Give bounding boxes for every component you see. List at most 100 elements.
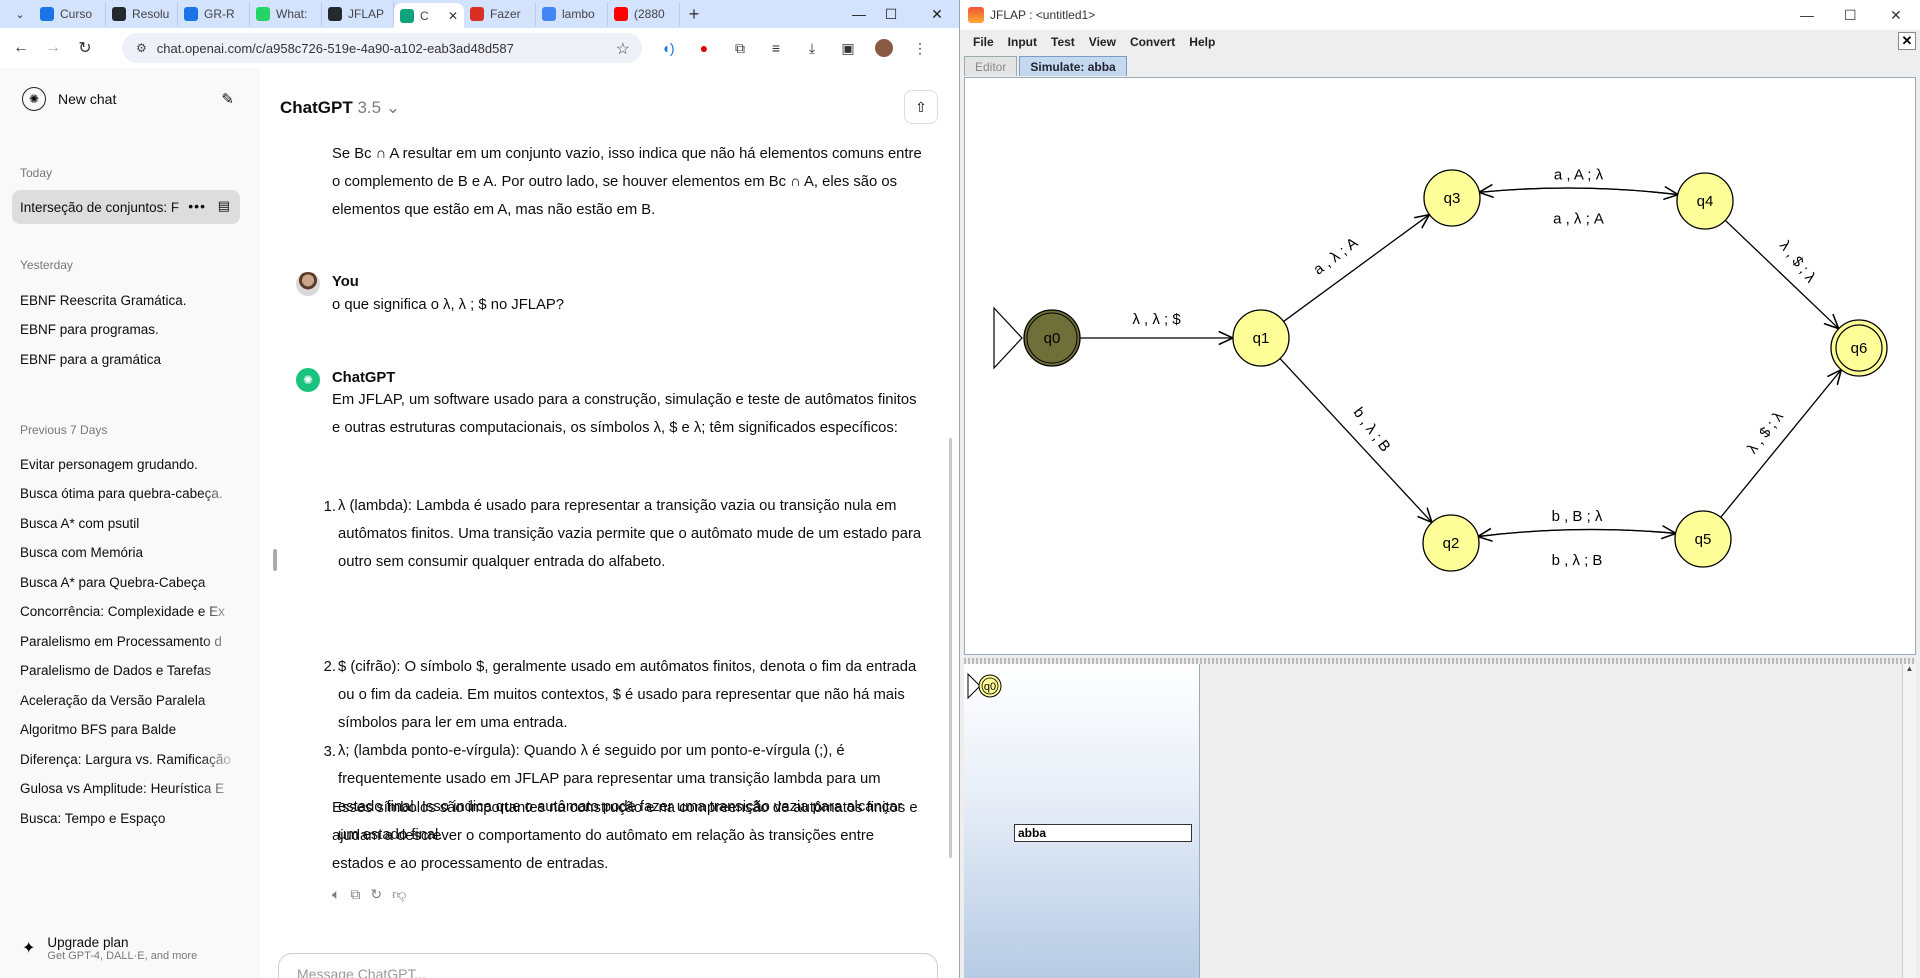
model-selector[interactable]: ChatGPT 3.5 ⌄ (280, 98, 400, 118)
chat-scrollbar[interactable] (949, 438, 952, 858)
browser-tab[interactable]: What: (250, 2, 322, 26)
whatsapp-icon (256, 7, 270, 21)
browser-tab[interactable]: JFLAP (322, 2, 394, 26)
transition-label[interactable]: a , λ ; A (1553, 211, 1604, 228)
initial-state-marker (993, 306, 1023, 370)
maximize-button[interactable]: ☐ (872, 0, 910, 28)
browser-tab[interactable]: (2880 (608, 2, 680, 26)
browser-tab[interactable]: Curso (34, 2, 106, 26)
media-control-icon[interactable]: ≡ (762, 34, 790, 62)
browser-tab[interactable]: lambo (536, 2, 608, 26)
site-info-icon[interactable]: ⚙ (136, 41, 147, 55)
jflap-menu-item[interactable]: Test (1044, 35, 1082, 49)
transition-label[interactable]: a , A ; λ (1554, 167, 1604, 184)
state-label: q1 (1253, 330, 1270, 347)
opera-extension-icon[interactable]: ● (690, 34, 718, 62)
scroll-up-icon[interactable]: ▲ (1903, 664, 1916, 673)
transition-arrow (1720, 370, 1842, 518)
tab-editor[interactable]: Editor (964, 56, 1018, 76)
tab-title: Curso (60, 7, 93, 21)
browser-tab[interactable]: C ✕ (394, 3, 464, 29)
configuration-card[interactable]: q0 abba (964, 664, 1200, 978)
openai-logo-icon: ✺ (22, 87, 46, 111)
forward-button[interactable]: → (38, 33, 68, 63)
jflap-window: JFLAP : <untitled1> — ☐ ✕ File Input Test V… (960, 0, 1920, 978)
upgrade-plan-button[interactable]: ✦ Upgrade plan Get GPT-4, DALL·E, and mo… (12, 926, 244, 970)
user-author-name: You (332, 274, 359, 290)
browser-tab[interactable]: Resolu (106, 2, 178, 26)
initial-arrow-icon (967, 672, 981, 700)
sidebar-chat-item-active[interactable]: Interseção de conjuntos: F ••• ▤ (12, 190, 240, 224)
assistant-list-item: $ (cifrão): O símbolo $, geralmente usad… (338, 659, 917, 731)
chatgpt-icon (400, 9, 414, 23)
transition-label[interactable]: b , λ ; B (1552, 552, 1603, 569)
automaton-canvas[interactable]: λ , λ ; $ a , λ ; A λ , $ ; λ b , λ ; B λ , … (964, 77, 1916, 655)
thumbs-down-icon[interactable]: 👎︎ (392, 886, 406, 903)
copy-icon[interactable]: ⧉ (350, 886, 360, 903)
minimize-icon[interactable]: — (1800, 7, 1814, 23)
share-button[interactable]: ⇧ (904, 90, 938, 124)
download-icon[interactable]: ⤓ (798, 34, 826, 62)
close-icon: ✕ (931, 5, 943, 22)
tab-title: Resolu (132, 7, 170, 21)
back-button[interactable]: ← (6, 33, 36, 63)
new-tab-button[interactable]: + (680, 4, 708, 25)
bookmark-star-icon[interactable]: ☆ (616, 39, 630, 59)
side-panel-icon[interactable]: ▣ (834, 34, 862, 62)
config-input-tape: abba (1014, 824, 1192, 842)
chat-item-label: Gulosa vs Amplitude: Heurística E (20, 781, 225, 796)
jflap-menu-item[interactable]: File (966, 35, 1001, 49)
state-label: q6 (1851, 340, 1868, 357)
graduation-cap-icon (40, 7, 54, 21)
browser-tab[interactable]: GR-R (178, 2, 250, 26)
upgrade-subtitle: Get GPT-4, DALL·E, and more (47, 949, 198, 962)
assistant-author-name: ChatGPT (332, 370, 396, 386)
more-menu-icon[interactable]: ⋮ (906, 34, 934, 62)
read-aloud-icon[interactable]: 🔈︎ (332, 886, 340, 903)
transition-label[interactable]: a , λ ; A (1310, 234, 1361, 278)
new-chat-button[interactable]: ✺ New chat ✎ (12, 80, 244, 118)
url-text: chat.openai.com/c/a958c726-519e-4a90-a10… (156, 40, 514, 56)
regenerate-icon[interactable]: ↻ (370, 886, 382, 903)
sidebar-resize-handle[interactable] (273, 549, 277, 571)
share-icon: ⇧ (915, 98, 927, 115)
close-window-button[interactable]: ✕ (918, 0, 956, 28)
transition-label[interactable]: λ , λ ; $ (1132, 311, 1181, 328)
tab-search-button[interactable]: ⌄ (6, 3, 34, 25)
reload-button[interactable]: ↻ (70, 33, 100, 63)
sidebar-chat-item[interactable]: Busca: Tempo e Espaço (12, 801, 240, 835)
browser-tab[interactable]: Fazer (464, 2, 536, 26)
github-icon (112, 7, 126, 21)
assistant-list-item: λ (lambda): Lambda é usado para represen… (338, 498, 922, 570)
new-chat-label: New chat (58, 91, 117, 107)
jflap-menu-item[interactable]: Convert (1123, 35, 1182, 49)
edit-icon[interactable]: ✎ (221, 90, 234, 108)
archive-icon[interactable]: ▤ (218, 198, 230, 214)
message-input[interactable]: Message ChatGPT... (278, 953, 938, 978)
tab-simulate[interactable]: Simulate: abba (1019, 56, 1127, 76)
sparkle-icon: ✦ (22, 940, 36, 957)
github-icon (328, 7, 342, 21)
simulation-scrollbar[interactable]: ▲ (1902, 664, 1916, 978)
close-icon[interactable]: ✕ (1890, 7, 1902, 24)
close-tab-icon[interactable]: ✕ (448, 9, 458, 23)
transition-label[interactable]: λ , $ ; λ (1776, 237, 1819, 286)
chat-item-label: Busca com Memória (20, 545, 144, 560)
jflap-menu-item[interactable]: Input (1001, 35, 1044, 49)
more-options-icon[interactable]: ••• (188, 198, 206, 214)
jflap-menu-item[interactable]: View (1082, 35, 1123, 49)
audio-extension-icon[interactable]: ◖) (654, 34, 682, 62)
address-bar[interactable]: ⚙ chat.openai.com/c/a958c726-519e-4a90-a… (122, 33, 642, 63)
transition-label[interactable]: b , λ ; B (1350, 404, 1394, 455)
maximize-icon: ☐ (884, 5, 898, 22)
profile-avatar[interactable] (870, 34, 898, 62)
transition-label[interactable]: λ , $ ; λ (1744, 408, 1787, 457)
chat-item-label: Algoritmo BFS para Balde (20, 722, 177, 737)
close-tab-button[interactable]: ✕ (1898, 32, 1916, 50)
transition-label[interactable]: b , B ; λ (1552, 508, 1603, 525)
chatgpt-page: ✺ New chat ✎ Today Interseção de conjunt… (0, 68, 959, 978)
puzzle-icon[interactable]: ⧉ (726, 34, 754, 62)
maximize-icon[interactable]: ☐ (1844, 7, 1857, 24)
sidebar-chat-item[interactable]: EBNF para a gramática (12, 342, 240, 376)
jflap-menu-item[interactable]: Help (1182, 35, 1222, 49)
